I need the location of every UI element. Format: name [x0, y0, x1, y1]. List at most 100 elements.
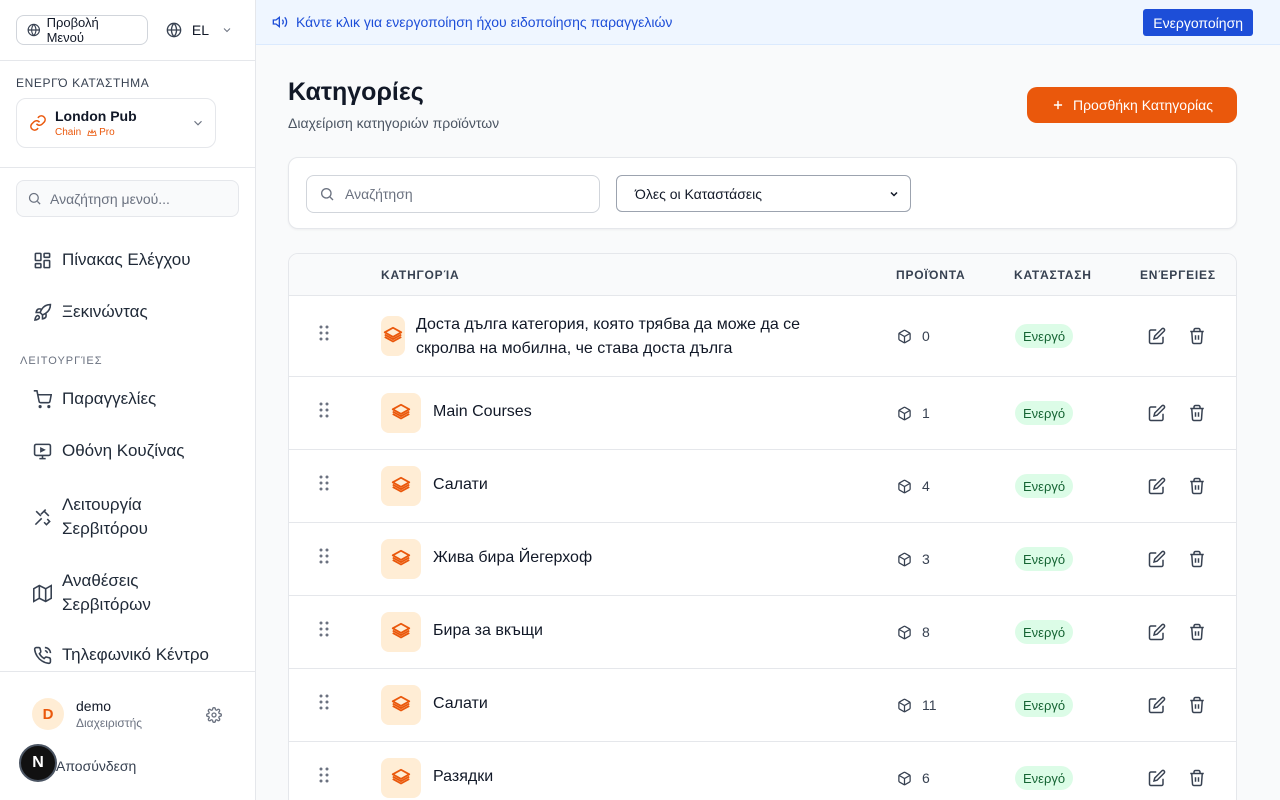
table-row[interactable]: Салати 4 Ενεργό [289, 450, 1236, 523]
package-icon [897, 698, 912, 713]
sidebar-item-getting-started[interactable]: Ξεκινώντας [0, 302, 180, 322]
monitor-icon [32, 441, 52, 461]
crown-icon [87, 128, 97, 136]
sidebar-item-waiter-assignments[interactable]: Αναθέσεις Σερβιτόρων [0, 569, 204, 617]
enable-sound-button[interactable]: Ενεργοποίηση [1143, 9, 1253, 36]
globe-icon [166, 22, 182, 38]
category-search-input[interactable]: Αναζήτηση [306, 175, 600, 213]
sidebar-item-label: Πίνακας Ελέγχου [62, 250, 191, 269]
avatar: D [32, 698, 64, 730]
sidebar-item-kitchen-display[interactable]: Οθόνη Κουζίνας [0, 441, 217, 461]
sidebar-item-label: Παραγγελίες [62, 389, 157, 408]
trash-icon[interactable] [1188, 404, 1206, 422]
edit-icon[interactable] [1148, 550, 1166, 568]
trash-icon[interactable] [1188, 696, 1206, 714]
gear-icon[interactable] [206, 707, 222, 723]
dev-tools-badge[interactable]: N [19, 744, 57, 782]
edit-icon[interactable] [1148, 696, 1166, 714]
package-icon [897, 552, 912, 567]
map-icon [32, 583, 52, 603]
table-row[interactable]: Разядки 6 Ενεργό [289, 742, 1236, 800]
add-category-label: Προσθήκη Κατηγορίας [1072, 97, 1214, 113]
menu-search-input[interactable]: Αναζήτηση μενού... [16, 180, 239, 217]
page-title: Κατηγορίες [288, 78, 424, 106]
drag-handle-icon[interactable] [318, 621, 330, 637]
layers-icon [381, 316, 405, 356]
trash-icon[interactable] [1188, 769, 1206, 787]
user-profile: D demo Διαχειριστής [32, 698, 142, 730]
menu-view-button[interactable]: Προβολή Μενού [16, 15, 148, 45]
speaker-icon [272, 15, 288, 29]
sidebar-item-dashboard[interactable]: Πίνακας Ελέγχου [0, 250, 223, 270]
search-icon [28, 192, 41, 205]
edit-icon[interactable] [1148, 623, 1166, 641]
trash-icon[interactable] [1188, 623, 1206, 641]
category-search-placeholder: Αναζήτηση [345, 186, 413, 202]
table-row[interactable]: Доста дълга категория, която трябва да м… [289, 296, 1236, 377]
status-filter-select[interactable]: Όλες οι Καταστάσεις [616, 175, 911, 212]
product-count: 4 [897, 478, 930, 494]
language-label: EL [191, 22, 209, 38]
drag-handle-icon[interactable] [318, 767, 330, 783]
layers-icon [381, 758, 421, 798]
drag-handle-icon[interactable] [318, 402, 330, 418]
banner-text: Κάντε κλικ για ενεργοποίηση ήχου ειδοποί… [296, 14, 673, 30]
package-icon [897, 406, 912, 421]
sidebar-top-bar: Προβολή Μενού EL [0, 0, 255, 61]
edit-icon[interactable] [1148, 327, 1166, 345]
search-icon [321, 188, 334, 201]
drag-handle-icon[interactable] [318, 475, 330, 491]
edit-icon[interactable] [1148, 769, 1166, 787]
status-badge: Ενεργό [1015, 474, 1074, 498]
store-plan: Pro [99, 127, 115, 138]
store-type: Chain [55, 127, 82, 138]
table-row[interactable]: Main Courses 1 Ενεργό [289, 377, 1236, 450]
layers-icon [381, 612, 421, 652]
status-badge: Ενεργό [1015, 324, 1074, 348]
table-row[interactable]: Салати 11 Ενεργό [289, 669, 1236, 742]
edit-icon[interactable] [1148, 477, 1166, 495]
status-badge: Ενεργό [1015, 693, 1074, 717]
logout-button[interactable]: Αποσύνδεση [56, 758, 136, 774]
product-count: 3 [897, 551, 930, 567]
status-badge: Ενεργό [1015, 401, 1074, 425]
category-name: Доста дълга категория, която трябва да м… [416, 313, 856, 361]
trash-icon[interactable] [1188, 477, 1206, 495]
drag-handle-icon[interactable] [318, 694, 330, 710]
rocket-icon [32, 302, 52, 322]
table-row[interactable]: Жива бира Йегерхоф 3 Ενεργό [289, 523, 1236, 596]
plus-icon [1053, 100, 1063, 110]
chevron-down-icon [223, 28, 231, 33]
sidebar-item-orders[interactable]: Παραγγελίες [0, 389, 188, 409]
status-filter-value: Όλες οι Καταστάσεις [635, 185, 762, 202]
phone-icon [32, 645, 52, 665]
category-name: Разядки [433, 768, 494, 785]
column-header-actions: ΕΝΈΡΓΕΙΕΣ [1140, 268, 1216, 282]
drag-handle-icon[interactable] [318, 548, 330, 564]
category-name: Main Courses [433, 403, 532, 420]
status-badge: Ενεργό [1015, 620, 1074, 644]
active-store-label: ΕΝΕΡΓΌ ΚΑΤΆΣΤΗΜΑ [16, 76, 150, 90]
sidebar-item-label: Οθόνη Κουζίνας [62, 441, 185, 460]
store-selector[interactable]: London Pub Chain Pro [16, 98, 216, 148]
column-header-category: ΚΑΤΗΓΟΡΊΑ [381, 268, 460, 282]
drag-handle-icon[interactable] [318, 325, 330, 341]
trash-icon[interactable] [1188, 327, 1206, 345]
package-icon [897, 625, 912, 640]
active-store-section: ΕΝΕΡΓΌ ΚΑΤΆΣΤΗΜΑ London Pub Chain Pro [0, 61, 255, 168]
product-count: 6 [897, 770, 930, 786]
cart-icon [32, 389, 52, 409]
edit-icon[interactable] [1148, 404, 1166, 422]
layers-icon [381, 393, 421, 433]
trash-icon[interactable] [1188, 550, 1206, 568]
sidebar-item-label: Τηλεφωνικό Κέντρο [62, 645, 209, 664]
language-selector[interactable]: EL [160, 15, 239, 45]
add-category-button[interactable]: Προσθήκη Κατηγορίας [1027, 87, 1237, 123]
sidebar-item-call-center[interactable]: Τηλεφωνικό Κέντρο [0, 645, 241, 665]
user-name: demo [76, 698, 112, 714]
sidebar-item-label: Ξεκινώντας [62, 302, 148, 321]
sidebar-item-waiter-mode[interactable]: Λειτουργία Σερβιτόρου [0, 493, 204, 541]
table-row[interactable]: Бира за вкъщи 8 Ενεργό [289, 596, 1236, 669]
column-header-status: ΚΑΤΆΣΤΑΣΗ [1014, 268, 1092, 282]
link-icon [30, 115, 46, 131]
